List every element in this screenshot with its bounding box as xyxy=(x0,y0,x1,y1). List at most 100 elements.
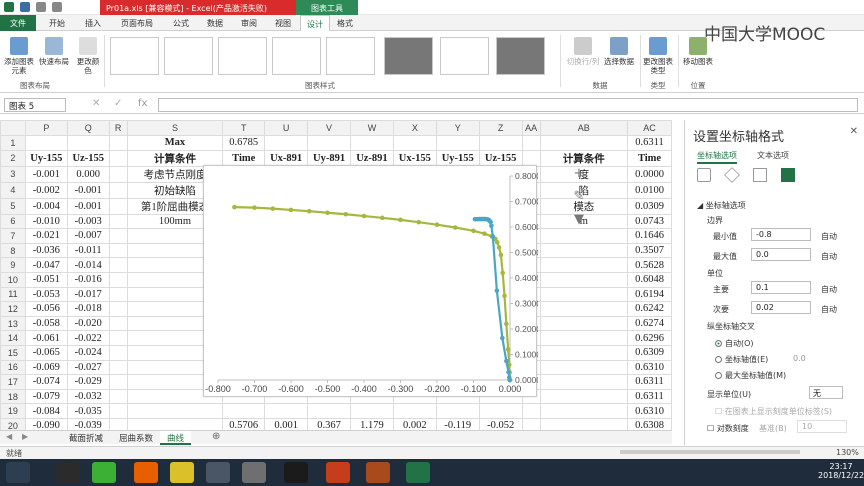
cell[interactable]: 计算条件 xyxy=(126,149,224,167)
log-base-input[interactable]: 10 xyxy=(797,420,847,433)
chart-style-2[interactable] xyxy=(164,37,213,75)
cell[interactable] xyxy=(539,135,629,151)
cell[interactable]: 0.3507 xyxy=(627,242,672,259)
cell[interactable] xyxy=(539,344,629,361)
cell[interactable]: 0.0100 xyxy=(627,181,672,199)
cell[interactable]: 0.6309 xyxy=(627,344,672,361)
insert-function-button[interactable]: fx xyxy=(138,98,147,109)
tab-formulas[interactable]: 公式 xyxy=(164,15,198,31)
chart-style-3[interactable] xyxy=(218,37,267,75)
column-header[interactable]: AC xyxy=(627,120,672,136)
cell[interactable] xyxy=(539,286,629,303)
row-header[interactable]: 6 xyxy=(0,213,26,230)
zoom-slider[interactable] xyxy=(620,450,800,454)
quick-layout-button[interactable]: 快速布局 xyxy=(38,37,70,66)
cancel-icon[interactable]: ✕ xyxy=(92,98,100,109)
cell[interactable]: 0.6274 xyxy=(627,315,672,332)
tab-view[interactable]: 视图 xyxy=(266,15,300,31)
powerpoint-icon[interactable] xyxy=(326,462,350,483)
cell[interactable]: 计算条件 xyxy=(539,149,629,167)
cell[interactable]: Uz-891 xyxy=(349,149,394,167)
cell[interactable]: -0.036 xyxy=(24,242,68,259)
cell[interactable] xyxy=(539,330,629,346)
cell[interactable]: 0.002 xyxy=(392,417,437,430)
cell[interactable]: -0.004 xyxy=(24,197,68,215)
cell[interactable]: 0.6310 xyxy=(627,359,672,376)
cell[interactable] xyxy=(108,315,128,332)
cell[interactable]: 0.6311 xyxy=(627,135,672,151)
cell[interactable]: 0.0000 xyxy=(627,165,672,183)
zoom-level[interactable]: 130% xyxy=(836,448,859,457)
cell[interactable] xyxy=(539,242,629,259)
cell[interactable] xyxy=(539,301,629,317)
cell[interactable] xyxy=(108,271,128,288)
tab-format[interactable]: 格式 xyxy=(330,15,360,31)
cell[interactable]: -0.020 xyxy=(66,315,110,332)
tab-design[interactable]: 设计 xyxy=(300,15,330,31)
redo-icon[interactable] xyxy=(52,2,62,12)
cell[interactable]: Uy-155 xyxy=(24,149,68,167)
cell[interactable] xyxy=(392,135,437,151)
row-header[interactable]: 12 xyxy=(0,301,26,317)
cell[interactable]: 0.0309 xyxy=(627,197,672,215)
cell[interactable] xyxy=(435,403,480,419)
chart-elements-icon[interactable]: + xyxy=(570,165,588,183)
chart-style-8[interactable] xyxy=(496,37,545,75)
cell[interactable]: -0.002 xyxy=(24,181,68,199)
row-header[interactable]: 4 xyxy=(0,181,26,199)
cell[interactable] xyxy=(108,359,128,376)
chart-style-1[interactable] xyxy=(110,37,159,75)
cell[interactable]: -0.007 xyxy=(66,228,110,244)
undo-icon[interactable] xyxy=(36,2,46,12)
cell[interactable]: -0.001 xyxy=(24,165,68,183)
cell[interactable] xyxy=(108,197,128,215)
cell[interactable]: 0.367 xyxy=(307,417,351,430)
effects-icon[interactable] xyxy=(724,167,740,183)
cell[interactable] xyxy=(126,403,224,419)
chart-filters-icon[interactable]: ▼ xyxy=(570,211,588,229)
chart-styles-icon[interactable]: ✎ xyxy=(570,188,588,206)
cell[interactable]: -0.079 xyxy=(24,388,68,405)
row-header[interactable]: 7 xyxy=(0,228,26,244)
cross-axis-value-field[interactable]: 0.0 xyxy=(793,354,806,363)
cell[interactable] xyxy=(264,403,309,419)
cell[interactable] xyxy=(264,135,309,151)
cell[interactable] xyxy=(108,181,128,199)
cell[interactable]: Uy-891 xyxy=(307,149,351,167)
cell[interactable]: -0.035 xyxy=(66,403,110,419)
cell[interactable]: -0.017 xyxy=(66,286,110,303)
cell[interactable] xyxy=(108,403,128,419)
cell[interactable]: -0.061 xyxy=(24,330,68,346)
cell[interactable] xyxy=(108,301,128,317)
cell[interactable]: -0.001 xyxy=(66,197,110,215)
cell[interactable] xyxy=(66,135,110,151)
cell[interactable]: 0.6048 xyxy=(627,271,672,288)
sheet-tab[interactable]: 屈曲系数 xyxy=(112,431,160,445)
cell[interactable] xyxy=(108,242,128,259)
cell[interactable] xyxy=(521,149,541,167)
cell[interactable]: -0.053 xyxy=(24,286,68,303)
tab-review[interactable]: 审阅 xyxy=(232,15,266,31)
cell[interactable]: -0.056 xyxy=(24,301,68,317)
column-header[interactable]: P xyxy=(24,120,68,136)
minor-unit-input[interactable]: 0.02 xyxy=(751,301,811,314)
cell[interactable]: 0.5706 xyxy=(222,417,266,430)
cell[interactable]: 0.1646 xyxy=(627,228,672,244)
cell[interactable]: Ux-155 xyxy=(392,149,437,167)
switch-row-column-button[interactable]: 切换行/列 xyxy=(564,37,602,66)
cell[interactable] xyxy=(307,135,351,151)
row-header[interactable]: 18 xyxy=(0,388,26,405)
cell[interactable] xyxy=(539,417,629,430)
row-header[interactable]: 16 xyxy=(0,359,26,376)
cell[interactable] xyxy=(478,403,523,419)
cell[interactable] xyxy=(108,374,128,390)
column-header[interactable]: Q xyxy=(66,120,110,136)
cell[interactable]: Uz-155 xyxy=(478,149,523,167)
cell[interactable]: -0.051 xyxy=(24,271,68,288)
chart-style-4[interactable] xyxy=(272,37,321,75)
size-properties-icon[interactable] xyxy=(753,168,767,182)
cell[interactable]: -0.001 xyxy=(66,181,110,199)
tab-nav-prev-icon[interactable]: ◀ xyxy=(6,432,12,441)
row-header[interactable]: 19 xyxy=(0,403,26,419)
axis-options-section[interactable]: ◢ 坐标轴选项 xyxy=(697,200,746,211)
